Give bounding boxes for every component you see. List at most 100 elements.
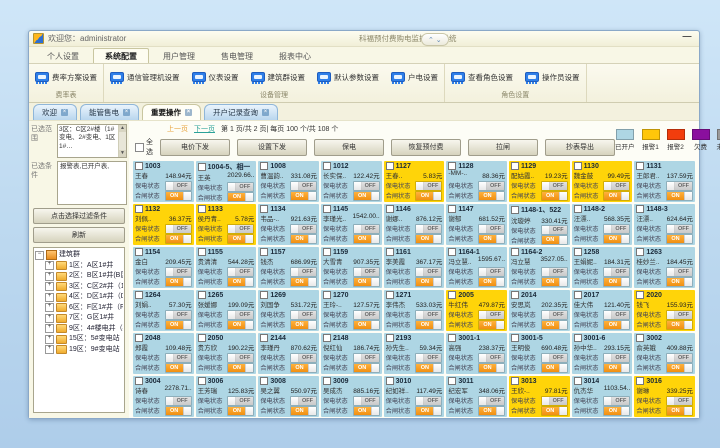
scroll-down-icon[interactable]: ▼ — [119, 150, 126, 157]
power-hold-toggle[interactable]: OFF — [541, 225, 568, 235]
switch-closed-toggle[interactable]: ON — [478, 234, 505, 244]
power-hold-toggle[interactable]: OFF — [603, 224, 630, 234]
switch-closed-toggle[interactable]: ON — [353, 320, 380, 330]
switch-closed-toggle[interactable]: ON — [666, 406, 693, 416]
switch-closed-toggle[interactable]: ON — [227, 234, 254, 244]
power-hold-toggle[interactable]: OFF — [541, 181, 568, 191]
card-checkbox[interactable] — [323, 248, 331, 256]
expand-icon[interactable]: + — [45, 261, 54, 270]
power-hold-toggle[interactable]: OFF — [603, 181, 630, 191]
switch-closed-toggle[interactable]: ON — [603, 191, 630, 201]
ribbon-tab[interactable]: 报表中心 — [267, 48, 323, 63]
power-hold-toggle[interactable]: OFF — [478, 353, 505, 363]
power-hold-toggle[interactable]: OFF — [415, 353, 442, 363]
document-tab[interactable]: 能管售电 × — [80, 104, 139, 120]
power-hold-toggle[interactable]: OFF — [478, 396, 505, 406]
card-checkbox[interactable] — [448, 162, 456, 170]
power-hold-toggle[interactable]: OFF — [227, 182, 254, 192]
card-checkbox[interactable] — [511, 377, 519, 385]
ribbon-button[interactable]: 通信管理机设置 — [108, 71, 182, 85]
switch-closed-toggle[interactable]: ON — [290, 191, 317, 201]
switch-closed-toggle[interactable]: ON — [666, 191, 693, 201]
card-checkbox[interactable] — [636, 291, 644, 299]
power-hold-toggle[interactable]: OFF — [478, 310, 505, 320]
power-hold-toggle[interactable]: OFF — [666, 396, 693, 406]
tab-close-icon[interactable]: × — [123, 109, 130, 116]
card-checkbox[interactable] — [574, 248, 582, 256]
power-hold-toggle[interactable]: OFF — [603, 353, 630, 363]
expand-icon[interactable]: + — [45, 314, 54, 323]
expand-icon[interactable]: + — [45, 324, 54, 333]
power-hold-toggle[interactable]: OFF — [165, 267, 192, 277]
power-hold-toggle[interactable]: OFF — [478, 224, 505, 234]
switch-closed-toggle[interactable]: ON — [478, 363, 505, 373]
card-checkbox[interactable] — [198, 291, 206, 299]
power-hold-toggle[interactable]: OFF — [165, 181, 192, 191]
card-checkbox[interactable] — [260, 291, 268, 299]
card-checkbox[interactable] — [636, 377, 644, 385]
power-hold-toggle[interactable]: OFF — [165, 396, 192, 406]
power-hold-toggle[interactable]: OFF — [227, 396, 254, 406]
power-hold-toggle[interactable]: OFF — [353, 181, 380, 191]
card-checkbox[interactable] — [135, 162, 143, 170]
card-checkbox[interactable] — [198, 334, 206, 342]
card-checkbox[interactable] — [448, 205, 456, 213]
switch-closed-toggle[interactable]: ON — [290, 320, 317, 330]
power-hold-toggle[interactable]: OFF — [290, 396, 317, 406]
switch-closed-toggle[interactable]: ON — [666, 234, 693, 244]
tree-node[interactable]: + 15区：5#变电站（3#变… — [35, 334, 123, 345]
card-checkbox[interactable] — [574, 291, 582, 299]
power-hold-toggle[interactable]: OFF — [478, 267, 505, 277]
power-hold-toggle[interactable]: OFF — [415, 181, 442, 191]
switch-closed-toggle[interactable]: ON — [165, 234, 192, 244]
card-checkbox[interactable] — [636, 334, 644, 342]
card-checkbox[interactable] — [135, 248, 143, 256]
listbox-scrollbar[interactable]: ▲ ▼ — [118, 125, 126, 157]
switch-closed-toggle[interactable]: ON — [415, 234, 442, 244]
expand-icon[interactable]: + — [45, 282, 54, 291]
power-hold-toggle[interactable]: OFF — [541, 310, 568, 320]
card-checkbox[interactable] — [574, 334, 582, 342]
power-hold-toggle[interactable]: OFF — [415, 310, 442, 320]
ribbon-tab[interactable]: 系统配置 — [93, 48, 149, 63]
switch-closed-toggle[interactable]: ON — [478, 406, 505, 416]
ribbon-button[interactable]: 查看角色设置 — [449, 71, 515, 85]
switch-closed-toggle[interactable]: ON — [603, 234, 630, 244]
power-hold-toggle[interactable]: OFF — [353, 224, 380, 234]
card-checkbox[interactable] — [636, 162, 644, 170]
switch-closed-toggle[interactable]: ON — [541, 191, 568, 201]
card-checkbox[interactable] — [574, 205, 582, 213]
switch-closed-toggle[interactable]: ON — [353, 277, 380, 287]
switch-closed-toggle[interactable]: ON — [666, 277, 693, 287]
card-checkbox[interactable] — [323, 205, 331, 213]
card-checkbox[interactable] — [260, 334, 268, 342]
power-hold-toggle[interactable]: OFF — [353, 396, 380, 406]
power-hold-toggle[interactable]: OFF — [290, 310, 317, 320]
prev-page-link[interactable]: 上一页 — [167, 124, 188, 134]
refresh-button[interactable]: 刷新 — [33, 227, 125, 243]
card-checkbox[interactable] — [574, 162, 582, 170]
power-hold-toggle[interactable]: OFF — [478, 181, 505, 191]
switch-closed-toggle[interactable]: ON — [603, 320, 630, 330]
power-hold-toggle[interactable]: OFF — [353, 267, 380, 277]
card-checkbox[interactable] — [574, 377, 582, 385]
switch-closed-toggle[interactable]: ON — [415, 191, 442, 201]
power-hold-toggle[interactable]: OFF — [290, 353, 317, 363]
selected-range-listbox[interactable]: 3区：C区2#楼（1#变电、2#变电、1区1#… ▲ ▼ — [57, 124, 127, 158]
switch-closed-toggle[interactable]: ON — [165, 406, 192, 416]
card-checkbox[interactable] — [448, 377, 456, 385]
power-hold-toggle[interactable]: OFF — [290, 267, 317, 277]
toolbar-button[interactable]: 抄表导出 — [545, 139, 615, 156]
collapse-icon[interactable]: − — [35, 251, 44, 260]
switch-closed-toggle[interactable]: ON — [165, 191, 192, 201]
switch-closed-toggle[interactable]: ON — [165, 363, 192, 373]
select-all[interactable]: 全选 — [135, 137, 153, 157]
card-checkbox[interactable] — [198, 248, 206, 256]
toolbar-button[interactable]: 保电 — [314, 139, 384, 156]
switch-closed-toggle[interactable]: ON — [353, 406, 380, 416]
card-checkbox[interactable] — [511, 291, 519, 299]
switch-closed-toggle[interactable]: ON — [541, 406, 568, 416]
tab-close-icon[interactable]: × — [185, 109, 192, 116]
select-all-checkbox[interactable] — [135, 143, 144, 152]
tree-node[interactable]: + 7区：G区1#井 — [35, 313, 123, 324]
